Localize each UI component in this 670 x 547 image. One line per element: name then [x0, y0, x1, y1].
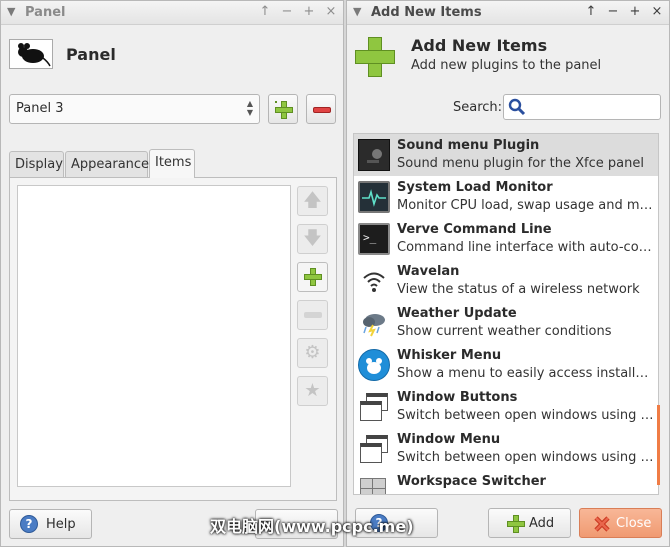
search-icon [508, 98, 526, 116]
plugin-name: System Load Monitor [397, 180, 553, 195]
plugin-list-scrollbar[interactable] [657, 405, 660, 485]
plugin-row[interactable]: Wavelan View the status of a wireless ne… [354, 260, 658, 302]
plugin-desc: Switch between open windows using a m... [397, 450, 655, 465]
plugin-row[interactable]: >_ Verve Command Line Command line inter… [354, 218, 658, 260]
help-label: Help [46, 517, 76, 532]
panel-select-value: Panel 3 [16, 101, 64, 116]
search-input[interactable] [503, 94, 661, 120]
plugin-name: Verve Command Line [397, 222, 552, 237]
plugin-row[interactable]: Sound menu Plugin Sound menu plugin for … [354, 134, 658, 176]
add-button[interactable]: Add [488, 508, 571, 538]
tab-appearance[interactable]: Appearance [65, 151, 149, 178]
add-window-title: Add New Items [371, 5, 482, 20]
close-button[interactable]: Close [579, 508, 662, 538]
plugin-name: Weather Update [397, 306, 517, 321]
add-items-titlebar[interactable]: ▼ Add New Items ↑ − + × [347, 1, 669, 25]
large-add-icon [355, 37, 395, 77]
plugin-name: Wavelan [397, 264, 460, 279]
window-menu-icon [358, 433, 390, 465]
close-icon[interactable]: × [649, 4, 665, 20]
shade-icon[interactable]: ↑ [257, 4, 273, 20]
maximize-icon[interactable]: + [301, 4, 317, 20]
panel-heading: Panel [66, 45, 116, 64]
item-properties-button[interactable]: ⚙ [297, 338, 328, 368]
help-icon: ? [20, 515, 38, 533]
workspace-icon [358, 478, 390, 494]
move-down-button[interactable]: 🡇 [297, 224, 328, 254]
shade-icon[interactable]: ↑ [583, 4, 599, 20]
item-about-button[interactable]: ★ [297, 376, 328, 406]
system-load-icon [358, 181, 390, 213]
window-menu-icon[interactable]: ▼ [7, 5, 15, 18]
plugin-desc: Monitor CPU load, swap usage and mem... [397, 198, 655, 213]
search-label: Search: [453, 100, 503, 115]
close-button-label: Close [616, 516, 652, 531]
spin-arrows-icon: ▲ ▼ [246, 99, 253, 117]
add-icon [304, 268, 322, 286]
add-heading: Add New Items [411, 36, 548, 55]
plugin-list[interactable]: Sound menu Plugin Sound menu plugin for … [353, 133, 659, 495]
plugin-name: Window Buttons [397, 390, 518, 405]
maximize-icon[interactable]: + [627, 4, 643, 20]
add-button-label: Add [529, 516, 555, 531]
tab-items[interactable]: Items [149, 149, 195, 178]
plugin-desc: Switch between open windows using butt..… [397, 408, 655, 423]
remove-icon [313, 107, 331, 113]
plugin-row[interactable]: Window Buttons Switch between open windo… [354, 386, 658, 428]
window-buttons-icon [358, 391, 390, 423]
plugin-name: Workspace Switcher [397, 474, 546, 489]
watermark: 双电脑网(www.pcpc.me) [210, 517, 414, 536]
help-button[interactable]: ? Help [9, 509, 92, 539]
sound-menu-icon [358, 139, 390, 171]
plugin-desc: View the status of a wireless network [397, 282, 640, 297]
items-list[interactable] [17, 185, 291, 487]
plugin-row[interactable]: Whisker Menu Show a menu to easily acces… [354, 344, 658, 386]
panel-select[interactable]: Panel 3 ▲ ▼ [9, 94, 260, 124]
plugin-row[interactable]: Window Menu Switch between open windows … [354, 428, 658, 470]
panel-titlebar[interactable]: ▼ Panel ↑ − + × [1, 1, 343, 25]
tab-display[interactable]: Display [9, 151, 64, 178]
plugin-row[interactable]: Weather Update Show current weather cond… [354, 302, 658, 344]
add-icon [507, 515, 525, 533]
remove-panel-button[interactable] [306, 94, 336, 124]
whisker-icon [358, 349, 390, 381]
wifi-icon [358, 265, 390, 297]
add-icon [275, 101, 293, 119]
weather-icon [358, 307, 390, 339]
remove-icon [304, 312, 322, 318]
minimize-icon[interactable]: − [279, 4, 295, 20]
plugin-name: Whisker Menu [397, 348, 502, 363]
items-tab-panel [9, 177, 337, 501]
plugin-desc: Sound menu plugin for the Xfce panel [397, 156, 644, 171]
plugin-name: Window Menu [397, 432, 501, 447]
panel-preferences-window: ▼ Panel ↑ − + × Panel Panel 3 ▲ ▼ Display… [0, 0, 344, 547]
plugin-desc: Show current weather conditions [397, 324, 612, 339]
minimize-icon[interactable]: − [605, 4, 621, 20]
terminal-icon: >_ [358, 223, 390, 255]
panel-window-title: Panel [25, 5, 66, 20]
add-subheading: Add new plugins to the panel [411, 58, 602, 73]
remove-item-button[interactable] [297, 300, 328, 330]
plugin-row[interactable]: Workspace Switcher [354, 470, 658, 494]
plugin-row[interactable]: System Load Monitor Monitor CPU load, sw… [354, 176, 658, 218]
close-x-icon [592, 514, 612, 534]
xfce-mouse-icon [9, 39, 53, 69]
plugin-desc: Command line interface with auto-compl..… [397, 240, 655, 255]
add-panel-button[interactable] [268, 94, 298, 124]
add-item-button[interactable] [297, 262, 328, 292]
move-up-button[interactable]: 🡅 [297, 186, 328, 216]
plugin-desc: Show a menu to easily access installed a… [397, 366, 655, 381]
plugin-name: Sound menu Plugin [397, 138, 540, 153]
close-icon[interactable]: × [323, 4, 339, 20]
window-menu-icon[interactable]: ▼ [353, 5, 361, 18]
